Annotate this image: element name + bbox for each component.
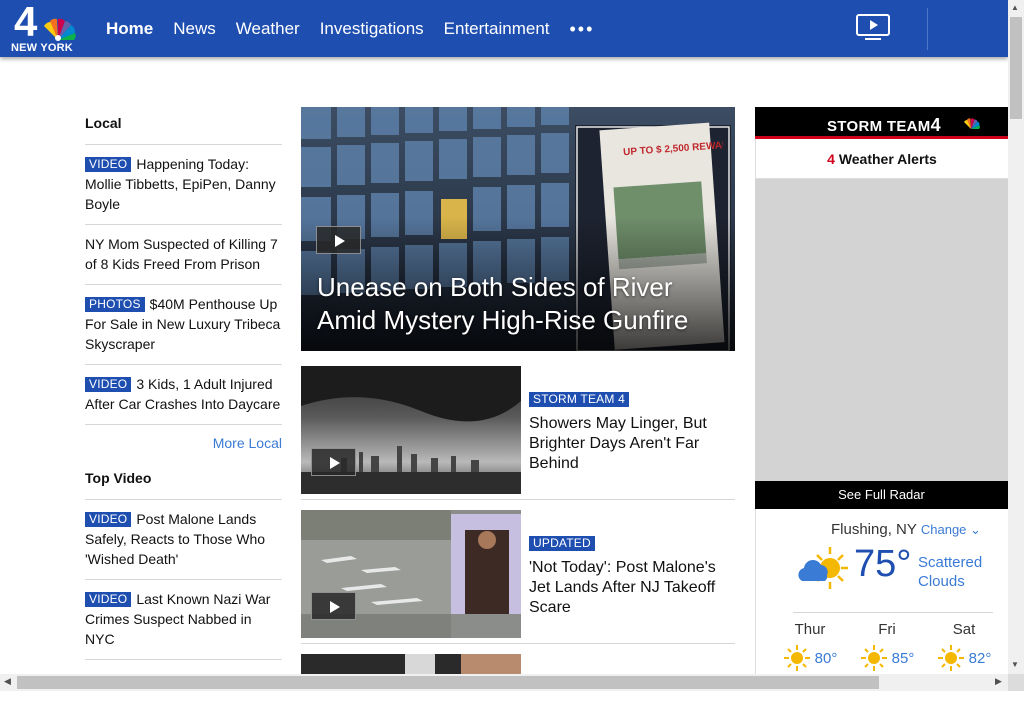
- forecast-day: Fri 85°: [857, 621, 917, 672]
- video-badge: VIDEO: [85, 157, 132, 172]
- updated-badge: UPDATED: [529, 536, 595, 551]
- nbc4-logo[interactable]: 4 NEW YORK: [10, 0, 80, 54]
- nav-weather[interactable]: Weather: [236, 17, 300, 41]
- video-badge: VIDEO: [85, 512, 132, 527]
- storm-team-header: STORM TEAM4: [755, 107, 1008, 139]
- alerts-label: Weather Alerts: [838, 151, 937, 167]
- weather-location: Flushing, NY Change ⌄: [831, 521, 981, 538]
- right-column: STORM TEAM4 4 Weather Alerts See Full Ra…: [755, 107, 1008, 679]
- hero-story[interactable]: UP TO $ 2,500 REWARD Unease on Both Side…: [301, 107, 735, 351]
- left-column: Local VIDEO Happening Today: Mollie Tibbe…: [85, 115, 282, 702]
- sun-icon: [783, 645, 810, 671]
- divider: [793, 612, 993, 613]
- forecast-temp: 82°: [968, 649, 992, 667]
- horizontal-scroll-thumb[interactable]: [17, 676, 879, 689]
- forecast-day: Sat 82°: [934, 621, 994, 672]
- radar-map[interactable]: [755, 179, 1008, 481]
- sun-icon: [860, 645, 887, 671]
- more-local-link[interactable]: More Local: [85, 425, 282, 470]
- scroll-up-arrow-icon[interactable]: ▲: [1011, 3, 1019, 12]
- divider: [301, 643, 735, 644]
- site-header: 4 NEW YORK Home News Weather Investigati…: [0, 0, 1008, 57]
- top-video-heading: Top Video: [85, 470, 282, 500]
- partly-cloudy-icon: [798, 547, 848, 589]
- local-heading: Local: [85, 115, 282, 145]
- nav-investigations[interactable]: Investigations: [320, 17, 424, 41]
- sun-icon: [937, 645, 964, 671]
- story-card[interactable]: UPDATED 'Not Today': Post Malone's Jet L…: [301, 510, 735, 638]
- weather-widget: Flushing, NY Change ⌄ 75° Scattered Cloud…: [755, 509, 1008, 679]
- list-item[interactable]: VIDEO 3 Kids, 1 Adult Injured After Car C…: [85, 365, 282, 425]
- nav-news[interactable]: News: [173, 17, 216, 41]
- forecast-day-label: Thur: [794, 621, 826, 638]
- story-thumbnail[interactable]: [301, 654, 521, 674]
- list-item[interactable]: NY Mom Suspected of Killing 7 of 8 Kids …: [85, 225, 282, 285]
- list-item[interactable]: VIDEO Post Malone Lands Safely, Reacts to…: [85, 500, 282, 580]
- svg-text:UP TO $ 2,500 REWARD: UP TO $ 2,500 REWARD: [623, 139, 723, 157]
- peacock-icon: [44, 18, 76, 41]
- weather-alerts-link[interactable]: 4 Weather Alerts: [755, 139, 1008, 179]
- nav-home[interactable]: Home: [106, 17, 153, 41]
- story-text: STORM TEAM 4 Showers May Linger, But Bri…: [529, 390, 729, 474]
- video-badge: VIDEO: [85, 592, 132, 607]
- nav-entertainment[interactable]: Entertainment: [444, 17, 550, 41]
- scroll-right-arrow-icon[interactable]: ▶: [995, 676, 1002, 687]
- story-title[interactable]: NY Mom Suspected of Killing 7 of 8 Kids …: [85, 236, 278, 272]
- play-button[interactable]: [316, 226, 361, 254]
- play-button[interactable]: [311, 448, 356, 476]
- story-image: [301, 654, 521, 674]
- alerts-count: 4: [827, 151, 835, 167]
- logo-city: NEW YORK: [11, 42, 73, 54]
- current-condition: Scattered Clouds: [918, 554, 983, 590]
- storm-team-badge: STORM TEAM 4: [529, 392, 629, 407]
- story-title[interactable]: Showers May Linger, But Brighter Days Ar…: [529, 414, 729, 474]
- list-item[interactable]: VIDEO Happening Today: Mollie Tibbetts, E…: [85, 145, 282, 225]
- story-text: UPDATED 'Not Today': Post Malone's Jet L…: [529, 534, 729, 618]
- header-divider: [927, 8, 928, 50]
- video-badge: VIDEO: [85, 377, 132, 392]
- list-item[interactable]: PHOTOS $40M Penthouse Up For Sale in New …: [85, 285, 282, 365]
- forecast-day-label: Fri: [878, 621, 896, 638]
- forecast-day: Thur 80°: [780, 621, 840, 672]
- photos-badge: PHOTOS: [85, 297, 145, 312]
- hero-title[interactable]: Unease on Both Sides of River Amid Myste…: [317, 271, 717, 337]
- current-temperature: 75°: [854, 543, 912, 585]
- forecast-temp: 85°: [891, 649, 915, 667]
- peacock-icon: [964, 118, 980, 129]
- scroll-down-arrow-icon[interactable]: ▼: [1011, 660, 1019, 669]
- see-full-radar-button[interactable]: See Full Radar: [755, 481, 1008, 509]
- vertical-scroll-thumb[interactable]: [1010, 17, 1022, 119]
- list-item[interactable]: VIDEO Last Known Nazi War Crimes Suspect …: [85, 580, 282, 660]
- story-card[interactable]: STORM TEAM 4 Showers May Linger, But Bri…: [301, 366, 735, 494]
- sign-text: UP TO $ 2,500 REWARD: [623, 139, 723, 157]
- story-title[interactable]: 'Not Today': Post Malone's Jet Lands Aft…: [529, 558, 729, 618]
- play-button[interactable]: [311, 592, 356, 620]
- logo-number: 4: [14, 0, 37, 45]
- change-location-link[interactable]: Change ⌄: [921, 522, 981, 537]
- divider: [301, 499, 735, 500]
- storm-team-title: STORM TEAM4: [827, 115, 941, 135]
- forecast-temp: 80°: [814, 649, 838, 667]
- forecast-day-label: Sat: [952, 621, 976, 638]
- scrollbar-corner: [1008, 674, 1024, 691]
- more-menu-icon[interactable]: •••: [570, 17, 595, 41]
- tv-play-icon[interactable]: [856, 14, 890, 42]
- scroll-left-arrow-icon[interactable]: ◀: [4, 676, 11, 687]
- main-nav: Home News Weather Investigations Enterta…: [106, 17, 594, 41]
